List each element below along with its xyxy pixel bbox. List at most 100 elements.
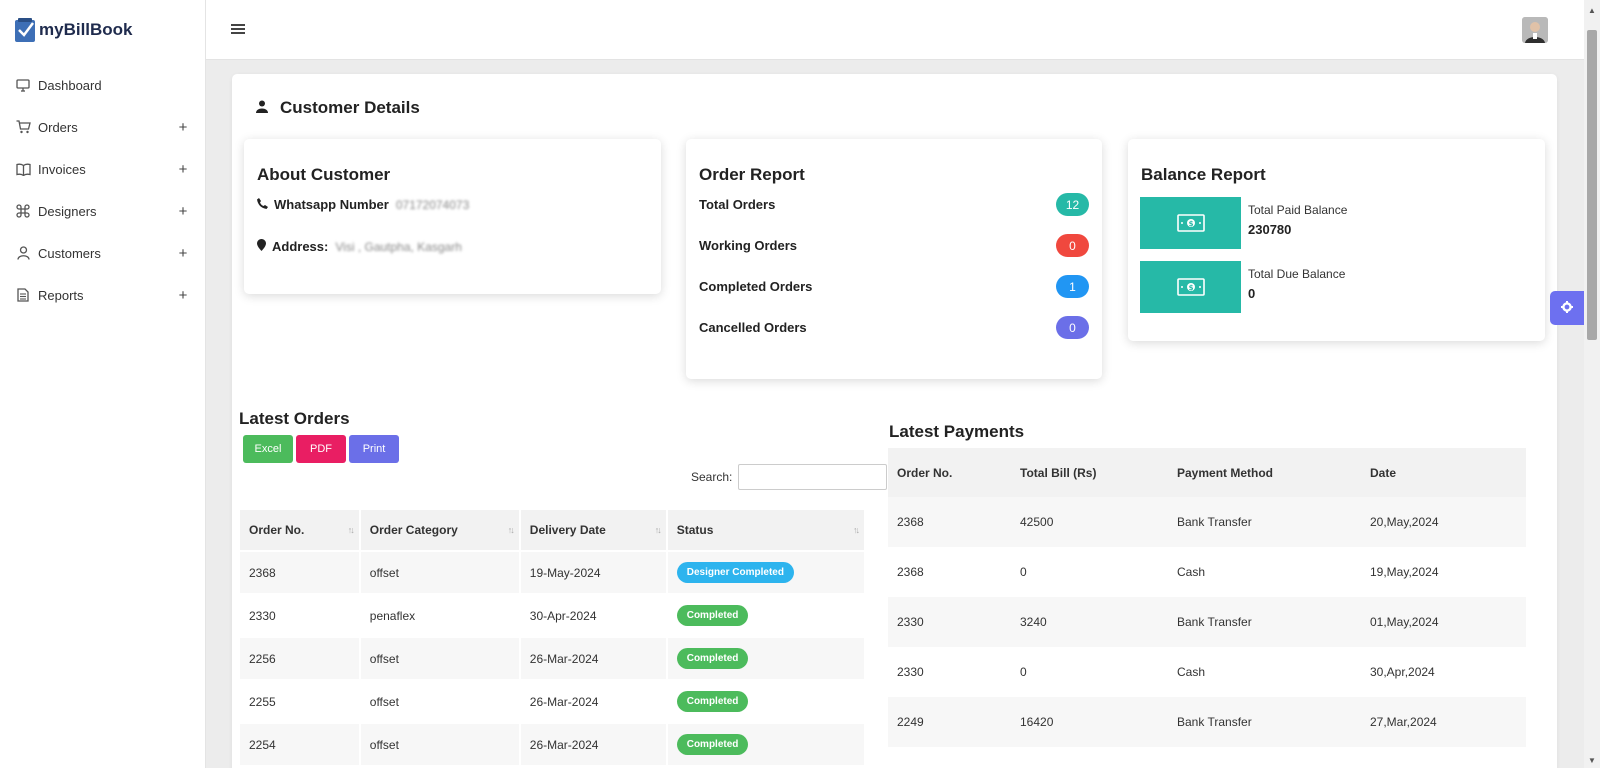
column-header[interactable]: Order Category ↑↓ <box>360 510 519 550</box>
sidebar-item-label: Designers <box>38 203 97 219</box>
table-row: 2330 3240 Bank Transfer 01,May,2024 <box>888 597 1526 647</box>
expand-plus-icon[interactable]: + <box>177 245 189 262</box>
column-header: Total Bill (Rs) <box>1011 448 1168 497</box>
user-icon <box>15 245 31 261</box>
payment-method-cell: Bank Transfer <box>1168 497 1361 547</box>
avatar[interactable] <box>1522 17 1548 43</box>
sidebar-item-orders[interactable]: Orders + <box>0 106 205 148</box>
brand-name: myBillBook <box>39 20 133 39</box>
order-category-cell: offset <box>360 552 519 593</box>
sidebar-item-designers[interactable]: Designers + <box>0 190 205 232</box>
sort-icon[interactable]: ↑↓ <box>348 525 355 535</box>
order-category-cell: offset <box>360 724 519 765</box>
page-title: Customer Details <box>280 98 420 117</box>
status-cell: Completed <box>667 724 864 765</box>
order-report-panel: Order Report Total Orders 12 Working Order… <box>686 139 1102 379</box>
latest-payments-title: Latest Payments <box>889 422 1025 441</box>
sidebar-item-reports[interactable]: Reports + <box>0 274 205 316</box>
column-header: Payment Method <box>1168 448 1361 497</box>
column-header[interactable]: Delivery Date ↑↓ <box>520 510 666 550</box>
brand[interactable]: myBillBook <box>0 0 205 60</box>
cash-icon: $ <box>1140 261 1241 313</box>
balance-value: 0 <box>1248 286 1256 301</box>
table-row[interactable]: 2255 offset 26-Mar-2024 Completed <box>240 681 864 722</box>
print-button[interactable]: Print <box>349 435 399 463</box>
status-badge: Completed <box>676 648 749 669</box>
sidebar-item-customers[interactable]: Customers + <box>0 232 205 274</box>
sidebar-item-dashboard[interactable]: Dashboard <box>0 64 205 106</box>
sidebar-item-label: Reports <box>38 287 84 303</box>
payment-date-cell: 27,Mar,2024 <box>1361 697 1526 747</box>
table-row[interactable]: 2254 offset 26-Mar-2024 Completed <box>240 724 864 765</box>
order-no-cell: 2330 <box>249 608 276 623</box>
order-report-label: Working Orders <box>699 238 798 253</box>
delivery-date-cell: 30-Apr-2024 <box>529 608 597 623</box>
order-category-cell: offset <box>360 638 519 679</box>
export-pdf-button[interactable]: PDF <box>296 435 346 463</box>
menu-toggle-icon[interactable] <box>231 24 245 36</box>
scroll-down-icon[interactable]: ▼ <box>1588 756 1596 765</box>
address-label: Address: <box>272 239 329 254</box>
table-row[interactable]: 2368 offset 19-May-2024 Designer Completed <box>240 552 864 593</box>
payment-date-cell: 19,May,2024 <box>1370 565 1439 579</box>
sort-icon[interactable]: ↑↓ <box>655 525 662 535</box>
total-bill-cell: 16420 <box>1011 697 1168 747</box>
sidebar-nav: Dashboard Orders + Invoices + Designers + Custo… <box>0 64 205 316</box>
column-header[interactable]: Status ↑↓ <box>667 510 864 550</box>
order-report-row: Completed Orders 1 <box>699 275 1089 298</box>
balance-label: Total Due Balance <box>1248 267 1346 281</box>
order-category-cell: penaflex <box>369 608 416 623</box>
order-count-badge: 1 <box>1056 275 1089 298</box>
svg-text:$: $ <box>1188 284 1193 292</box>
settings-gear-button[interactable] <box>1550 291 1584 325</box>
order-report-row: Cancelled Orders 0 <box>699 316 1089 339</box>
expand-plus-icon[interactable]: + <box>177 119 189 136</box>
sort-icon[interactable]: ↑↓ <box>853 525 860 535</box>
sidebar-item-invoices[interactable]: Invoices + <box>0 148 205 190</box>
status-cell: Completed <box>668 595 864 636</box>
expand-plus-icon[interactable]: + <box>177 287 189 304</box>
balance-text: Total Paid Balance 230780 <box>1248 197 1347 249</box>
status-cell: Completed <box>667 638 864 679</box>
order-report-title: Order Report <box>699 165 805 184</box>
search-input[interactable] <box>738 464 888 490</box>
expand-plus-icon[interactable]: + <box>177 161 189 178</box>
user-icon <box>256 100 268 116</box>
page-header: Customer Details <box>256 98 420 118</box>
payment-method-cell: Bank Transfer <box>1168 597 1361 647</box>
order-no-cell: 2256 <box>240 638 359 679</box>
balance-row: $ Total Due Balance 0 <box>1140 261 1345 313</box>
customer-details-card: Customer Details About Customer Whatsapp… <box>232 74 1557 768</box>
payment-date-cell: 01,May,2024 <box>1361 597 1526 647</box>
about-customer-panel: About Customer Whatsapp Number 071720740… <box>244 139 661 294</box>
column-header-label: Order Category <box>369 523 458 537</box>
total-bill-cell: 42500 <box>1011 497 1168 547</box>
table-row[interactable]: 2256 offset 26-Mar-2024 Completed <box>240 638 864 679</box>
balance-value: 230780 <box>1248 222 1292 237</box>
order-report-label: Cancelled Orders <box>699 320 807 335</box>
order-report-label: Completed Orders <box>699 279 813 294</box>
payment-method-cell: Cash <box>1177 665 1206 679</box>
balance-text: Total Due Balance 0 <box>1248 261 1345 313</box>
order-no-cell: 2330 <box>888 597 1011 647</box>
page-scrollbar[interactable]: ▲ ▼ <box>1584 0 1600 768</box>
table-row: 2368 42500 Bank Transfer 20,May,2024 <box>888 497 1526 547</box>
column-header[interactable]: Order No. ↑↓ <box>240 510 359 550</box>
order-no-cell: 2330 <box>897 665 924 679</box>
whatsapp-label: Whatsapp Number <box>274 197 389 212</box>
latest-payments-table: Order No. Total Bill (Rs) Payment Method Da… <box>888 448 1526 747</box>
order-category-cell: offset <box>369 694 399 709</box>
table-row: 2249 16420 Bank Transfer 27,Mar,2024 <box>888 697 1526 747</box>
balance-report-panel: Balance Report $ Total Paid Balance 230780… <box>1128 139 1545 341</box>
scroll-thumb[interactable] <box>1587 30 1597 340</box>
orders-search: Search: <box>691 464 888 490</box>
total-bill-cell: 3240 <box>1011 597 1168 647</box>
export-excel-button[interactable]: Excel <box>243 435 293 463</box>
monitor-icon <box>15 77 31 93</box>
delivery-date-cell: 26-Mar-2024 <box>529 694 599 709</box>
table-row[interactable]: 2330 penaflex 30-Apr-2024 Completed <box>240 595 864 636</box>
address-value: Visi , Gautpha, Kasgarh <box>335 239 462 254</box>
scroll-up-icon[interactable]: ▲ <box>1588 6 1596 15</box>
expand-plus-icon[interactable]: + <box>177 203 189 220</box>
sort-icon[interactable]: ↑↓ <box>508 525 515 535</box>
